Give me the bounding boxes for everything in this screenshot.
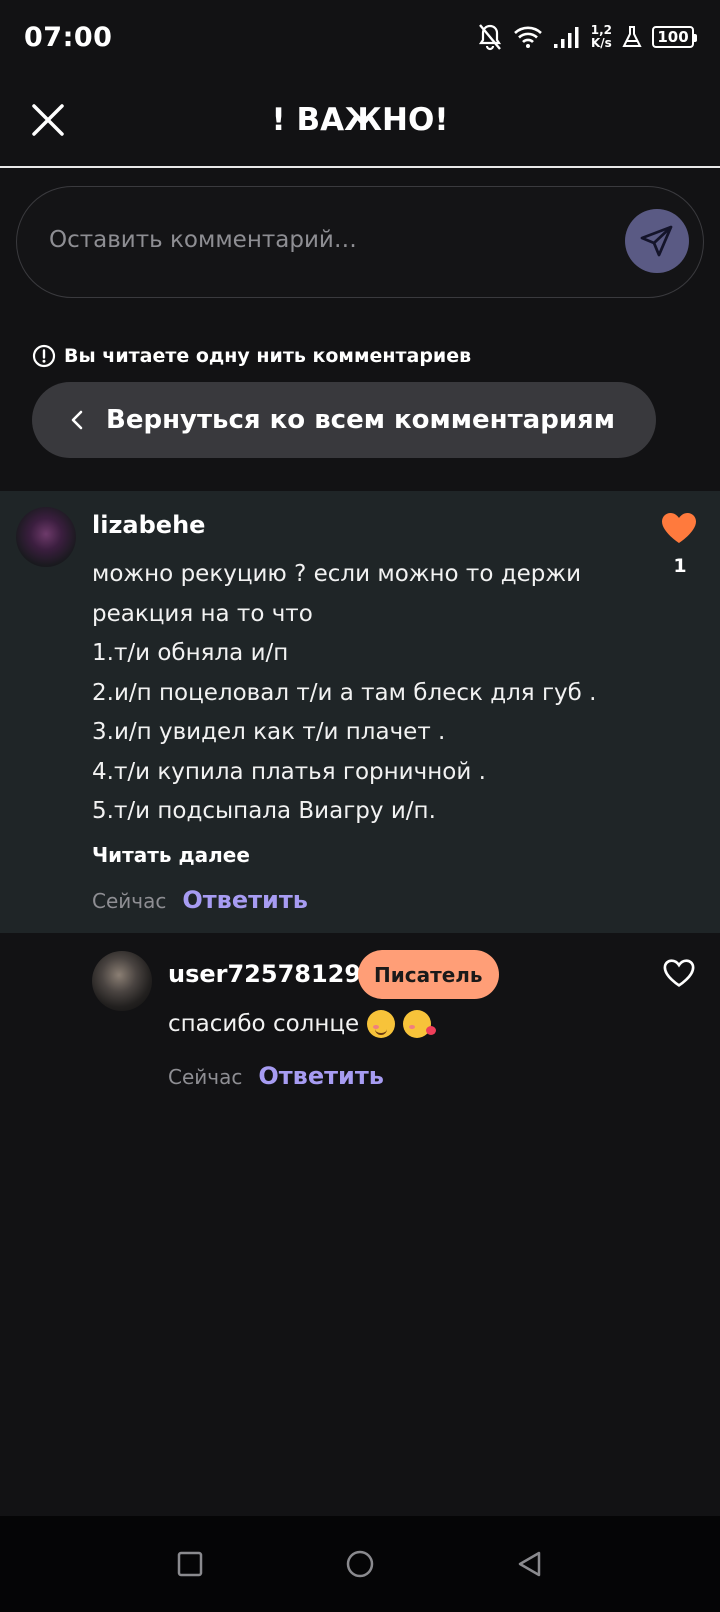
- send-button[interactable]: [625, 209, 689, 273]
- comment-line: 3.и/п увидел как т/и плачет .: [92, 719, 446, 745]
- recents-button[interactable]: [170, 1544, 210, 1584]
- like-count: 1: [673, 555, 687, 577]
- comment-line: реакция на то что: [92, 600, 313, 627]
- circle-icon: [346, 1550, 374, 1578]
- header: ! ВАЖНО!: [0, 74, 720, 168]
- comment-main: lizabehe можно рекуцию ? если можно то д…: [0, 491, 720, 933]
- home-button[interactable]: [340, 1544, 380, 1584]
- back-label: Вернуться ко всем комментариям: [106, 405, 616, 435]
- avatar[interactable]: [16, 507, 76, 567]
- comment-line: 1.т/и обняла и/п: [92, 640, 289, 666]
- navigation-bar: [0, 1516, 720, 1612]
- thread-notice-text: Вы читаете одну нить комментариев: [64, 345, 472, 367]
- signal-icon: [553, 27, 579, 48]
- reply-time: Сейчас: [168, 1065, 243, 1089]
- square-icon: [177, 1551, 203, 1577]
- status-time: 07:00: [24, 21, 113, 53]
- writer-badge: Писатель: [358, 950, 499, 999]
- net-speed-unit: K/s: [590, 36, 612, 50]
- info-icon: [32, 344, 56, 368]
- page-title: ! ВАЖНО!: [271, 102, 449, 138]
- comment-line: 2.и/п поцеловал т/и а там блеск для губ …: [92, 679, 597, 706]
- kissing-face-emoji: [403, 1010, 437, 1038]
- heart-outline-icon: [663, 959, 695, 987]
- status-bar: 07:00 1,2 K/s 100: [0, 0, 720, 74]
- comment-time: Сейчас: [92, 889, 167, 913]
- back-button[interactable]: [510, 1544, 550, 1584]
- reply-button[interactable]: Ответить: [182, 886, 308, 914]
- comment-input[interactable]: Оставить комментарий…: [16, 186, 704, 298]
- heart-filled-icon: [662, 513, 696, 543]
- comment-line: можно рекуцию ? если можно то держи: [92, 561, 582, 587]
- wifi-icon: [513, 26, 542, 48]
- reply-text-content: спасибо солнце: [168, 1011, 360, 1037]
- net-speed: 1,2 K/s: [591, 24, 612, 50]
- avatar[interactable]: [92, 951, 152, 1011]
- like-button[interactable]: [662, 958, 696, 992]
- triangle-back-icon: [518, 1551, 541, 1577]
- comment-meta: Сейчас Ответить: [92, 886, 308, 914]
- battery-icon: 100: [652, 26, 697, 48]
- bell-off-icon: [478, 24, 501, 51]
- send-icon: [640, 225, 673, 257]
- reply-text: спасибо солнце: [168, 1010, 437, 1038]
- comment-text: можно рекуцию ? если можно то держи реак…: [92, 555, 652, 832]
- comment-username[interactable]: lizabehe: [92, 511, 205, 539]
- reply-button[interactable]: Ответить: [258, 1062, 384, 1090]
- smiling-blush-emoji: [367, 1010, 396, 1038]
- like-button[interactable]: [660, 511, 698, 549]
- comment-line: 5.т/и подсыпала Виагру и/п.: [92, 798, 436, 824]
- read-more-link[interactable]: Читать далее: [92, 843, 250, 867]
- flask-icon: [622, 26, 642, 47]
- chevron-left-icon: [70, 409, 84, 431]
- comment-line: 4.т/и купила платья горничной .: [92, 758, 486, 785]
- thread-notice: Вы читаете одну нить комментариев: [32, 344, 471, 368]
- back-to-all-comments-button[interactable]: Вернуться ко всем комментариям: [32, 382, 656, 458]
- reply-meta: Сейчас Ответить: [168, 1062, 384, 1090]
- reply-username[interactable]: user72578129: [168, 960, 361, 988]
- comment-placeholder[interactable]: Оставить комментарий…: [49, 227, 357, 253]
- status-icons: 1,2 K/s 100: [477, 23, 697, 51]
